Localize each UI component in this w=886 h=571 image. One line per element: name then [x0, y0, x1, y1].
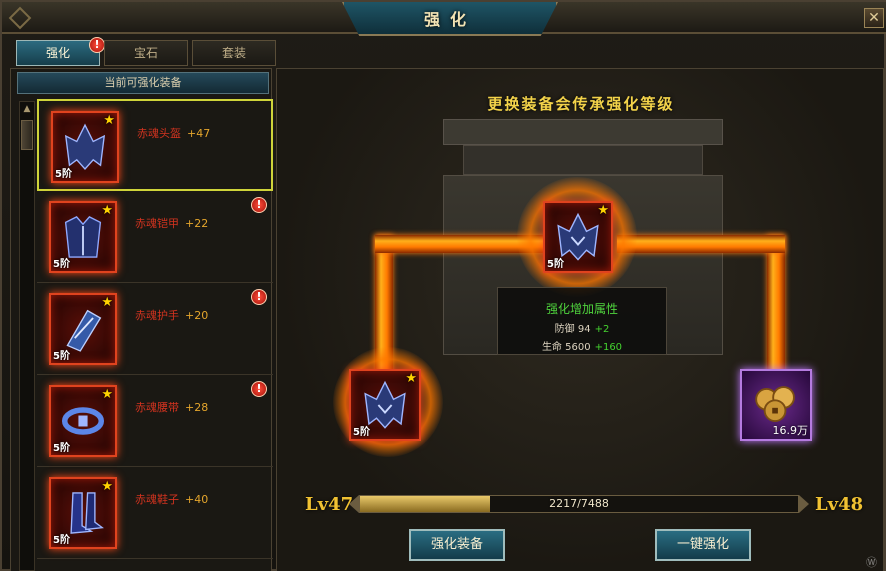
tier-label: 5阶: [53, 443, 70, 454]
tab-set[interactable]: 套装: [192, 40, 276, 66]
equipment-slot: ★ 5阶: [49, 477, 117, 549]
title-bar: 强化 ✕: [2, 2, 886, 36]
next-level: Lv48: [815, 494, 864, 515]
equipment-name: 赤魂护手 +20: [135, 309, 209, 322]
enhance-level: +47: [187, 127, 211, 140]
enhance-window: 强化 ✕ 强化 ! 宝石 套装 当前可强化装备 ▲ ★ 5阶 赤魂头盔+47: [0, 0, 886, 571]
tier-label: 5阶: [353, 427, 370, 438]
equipment-slot: ★ 5阶: [49, 293, 117, 365]
close-icon: ✕: [868, 10, 880, 26]
equipment-list-item[interactable]: ★ 5阶 赤魂护手 +20 !: [37, 283, 273, 375]
close-button[interactable]: ✕: [864, 8, 884, 28]
tab-enhance-label: 强化: [45, 46, 70, 60]
equipment-list-header: 当前可强化装备: [17, 72, 269, 94]
center-equipment-slot[interactable]: ★ 5阶: [543, 201, 613, 273]
enhance-level: +22: [185, 217, 209, 230]
title-plate: 强化: [342, 2, 558, 36]
tab-gem[interactable]: 宝石: [104, 40, 188, 66]
star-icon: ★: [101, 203, 113, 218]
attribute-title: 强化增加属性: [545, 302, 618, 316]
equipment-list-item[interactable]: ★ 5阶 赤魂头盔 +47: [37, 99, 273, 191]
star-icon: ★: [597, 203, 609, 218]
equipment-name: 赤魂头盔 +47: [137, 127, 211, 140]
tier-label: 5阶: [53, 259, 70, 270]
tier-label: 5阶: [55, 169, 72, 180]
equipment-name: 赤魂铠甲 +22: [135, 217, 209, 230]
attribute-row: 防御 94 +2: [554, 324, 610, 335]
list-scrollbar[interactable]: ▲: [19, 101, 35, 571]
ornament-icon: [8, 6, 32, 30]
enhance-level: +40: [185, 493, 209, 506]
scroll-up-icon[interactable]: ▲: [20, 102, 34, 116]
exp-progress-text: 2217/7488: [549, 497, 609, 510]
enhance-main-area: 更换装备会传承强化等级 ★ 5阶 强化增加属性 防御 94 +2 生命 5600…: [276, 68, 884, 571]
inherit-hint: 更换装备会传承强化等级: [487, 95, 675, 113]
enhance-level: +28: [185, 401, 209, 414]
equipment-list-panel: 当前可强化装备 ▲ ★ 5阶 赤魂头盔 +47 ★ 5阶 赤魂铠甲 +22 ! ★ …: [10, 68, 273, 571]
right-pipe-horizontal: [617, 235, 785, 253]
tier-label: 5阶: [53, 535, 70, 546]
enhance-equipment-button[interactable]: 强化装备: [409, 529, 505, 561]
equipment-name: 赤魂鞋子 +40: [135, 493, 209, 506]
source-equipment-slot[interactable]: ★ 5阶: [349, 369, 421, 441]
tab-bar: 强化 ! 宝石 套装: [16, 37, 276, 66]
star-icon: ★: [101, 295, 113, 310]
cost-amount: 16.9万: [772, 424, 809, 437]
equipment-list-item[interactable]: ★ 5阶 赤魂鞋子 +40: [37, 467, 273, 559]
star-icon: ★: [101, 479, 113, 494]
alert-icon: !: [251, 197, 267, 213]
window-title: 强化: [423, 10, 476, 29]
alert-icon: !: [89, 37, 105, 53]
tab-gem-label: 宝石: [133, 46, 158, 60]
attribute-panel: 强化增加属性 防御 94 +2 生命 5600 +160: [497, 287, 667, 355]
cost-slot[interactable]: 16.9万: [740, 369, 812, 441]
star-icon: ★: [103, 113, 115, 128]
tier-label: 5阶: [547, 259, 564, 270]
equipment-slot: ★ 5阶: [49, 385, 117, 457]
attribute-row: 生命 5600 +160: [541, 342, 623, 353]
tier-label: 5阶: [53, 351, 70, 362]
equipment-list-item[interactable]: ★ 5阶 赤魂铠甲 +22 !: [37, 191, 273, 283]
watermark: Ⓦ: [866, 556, 877, 569]
equipment-name: 赤魂腰带 +28: [135, 401, 209, 414]
enhance-level: +20: [185, 309, 209, 322]
current-level: Lv47: [305, 494, 354, 515]
equipment-slot: ★ 5阶: [51, 111, 119, 183]
tab-set-label: 套装: [221, 46, 246, 60]
scroll-thumb[interactable]: [21, 120, 33, 150]
alert-icon: !: [251, 289, 267, 305]
exp-progress-bar: 2217/7488: [359, 495, 799, 513]
star-icon: ★: [101, 387, 113, 402]
equipment-list-item[interactable]: ★ 5阶 赤魂腰带 +28 !: [37, 375, 273, 467]
one-key-enhance-button[interactable]: 一键强化: [655, 529, 751, 561]
star-icon: ★: [405, 371, 417, 386]
tab-enhance[interactable]: 强化 !: [16, 37, 105, 66]
right-pipe: [767, 235, 785, 385]
equipment-slot: ★ 5阶: [49, 201, 117, 273]
alert-icon: !: [251, 381, 267, 397]
equipment-list: ★ 5阶 赤魂头盔 +47 ★ 5阶 赤魂铠甲 +22 ! ★ 5阶 赤魂护手 +20…: [37, 99, 273, 559]
